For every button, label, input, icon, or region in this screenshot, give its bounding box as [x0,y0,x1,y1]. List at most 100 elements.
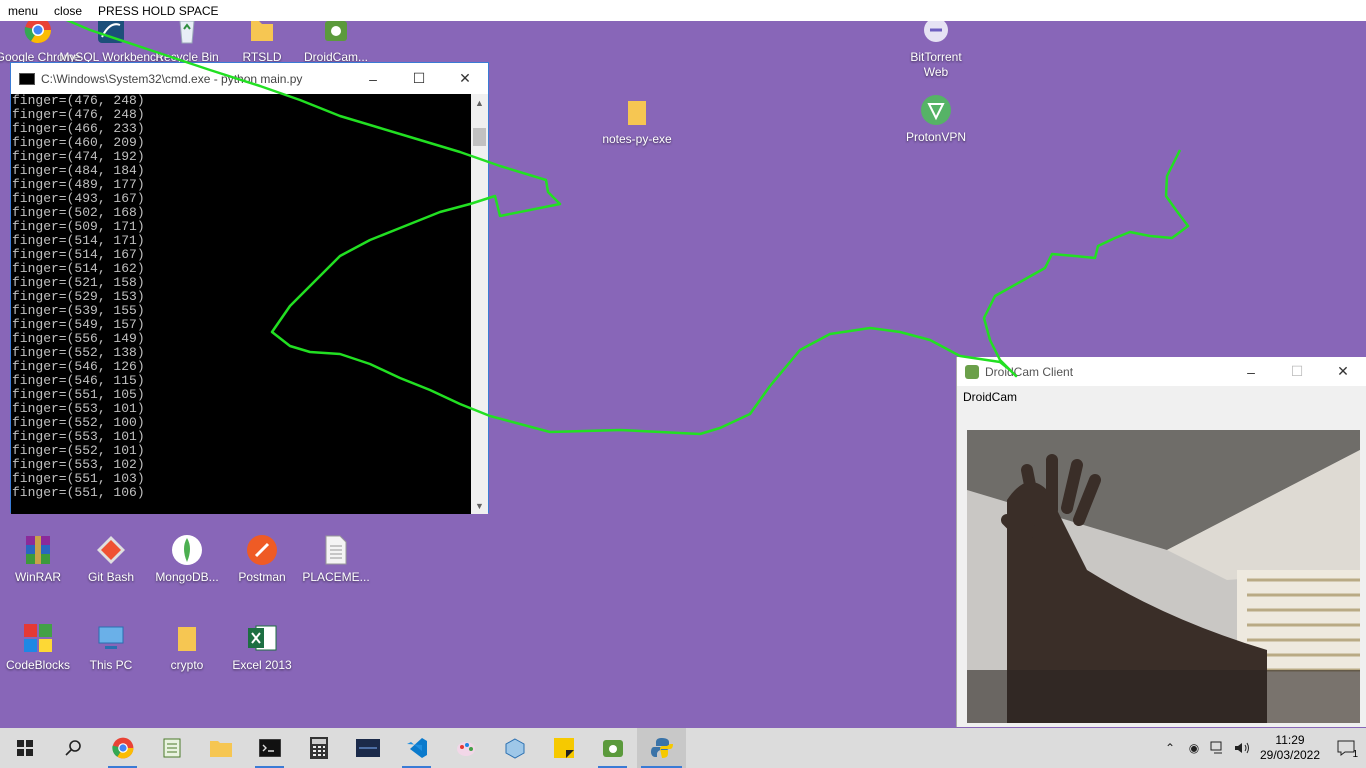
clock-date: 29/03/2022 [1259,748,1321,762]
console-line: finger=(514, 162) [12,261,145,276]
cmd-titlebar[interactable]: C:\Windows\System32\cmd.exe - python mai… [11,63,488,94]
desktop-icon-postman[interactable]: Postman [224,534,300,585]
instruction-text: PRESS HOLD SPACE [98,3,219,18]
console-line: finger=(553, 102) [12,457,145,472]
desktop-icon-placement[interactable]: PLACEME... [298,534,374,585]
droidcam-window[interactable]: DroidCam Client – ☐ ✕ DroidCam [956,357,1366,727]
close-button[interactable]: close [54,4,82,18]
taskbar-droidcam[interactable] [588,728,637,768]
icon-label: Git Bash [87,570,135,584]
console-line: finger=(552, 138) [12,345,145,360]
desktop-icon-rtsld[interactable]: RTSLD [224,14,300,65]
desktop-icon-gitbash[interactable]: Git Bash [73,534,149,585]
taskbar-virtualbox[interactable] [490,728,539,768]
desktop-icon-codeblocks[interactable]: CodeBlocks [0,622,76,673]
desktop-icon-recycle-bin[interactable]: Recycle Bin [149,14,225,65]
close-window-button[interactable]: ✕ [442,63,488,94]
clock[interactable]: 11:29 29/03/2022 [1254,733,1326,763]
scroll-up-icon[interactable]: ▲ [471,94,488,111]
excel-icon [246,622,278,654]
console-line: finger=(514, 167) [12,247,145,262]
console-scrollbar[interactable]: ▲ ▼ [471,94,488,514]
minimize-button[interactable]: – [350,63,396,94]
chevron-up-icon[interactable]: ⌃ [1158,728,1182,768]
desktop-icon-thispc[interactable]: This PC [73,622,149,673]
desktop-icon-mongodb[interactable]: MongoDB... [149,534,225,585]
volume-icon[interactable] [1230,728,1254,768]
icon-label: crypto [170,658,204,672]
taskbar: ⌃ ◉ 11:29 29/03/2022 1 [0,728,1366,768]
icon-label: PLACEME... [302,570,370,584]
console-line: finger=(514, 171) [12,233,145,248]
desktop-icon-winrar[interactable]: WinRAR [0,534,76,585]
console-line: finger=(476, 248) [12,94,145,108]
terminal-icon [258,739,281,757]
cmd-window[interactable]: C:\Windows\System32\cmd.exe - python mai… [10,62,489,514]
icon-label: notes-py-exe [602,132,672,146]
vscode-icon [406,738,427,758]
scroll-down-icon[interactable]: ▼ [471,497,488,514]
desktop-icon-excel[interactable]: Excel 2013 [224,622,300,673]
console-line: finger=(489, 177) [12,177,145,192]
console-line: finger=(553, 101) [12,429,145,444]
start-button[interactable] [0,728,49,768]
taskbar-sticky-notes[interactable] [539,728,588,768]
scroll-thumb[interactable] [473,128,486,146]
droidcam-titlebar[interactable]: DroidCam Client – ☐ ✕ [957,357,1366,386]
desktop-icon-notes[interactable]: notes-py-exe [599,96,675,147]
desktop-icon-bittorrent[interactable]: BitTorrent Web [898,14,974,80]
taskbar-chrome[interactable] [98,728,147,768]
cmd-window-title: C:\Windows\System32\cmd.exe - python mai… [41,71,303,86]
camera-feed-image [967,430,1360,723]
desktop-icon-droidcam[interactable]: DroidCam... [298,14,374,65]
search-button[interactable] [49,728,98,768]
chrome-icon [111,737,133,759]
taskbar-mysql-client[interactable] [343,728,392,768]
icon-label: MongoDB... [155,570,219,584]
console-line: finger=(493, 167) [12,191,145,206]
droidcam-window-title: DroidCam Client [985,364,1074,379]
console-line: finger=(539, 155) [12,303,145,318]
clock-time: 11:29 [1275,733,1305,747]
desktop-icon-crypto[interactable]: crypto [149,622,225,673]
folder-icon [621,96,653,128]
droidcam-icon [602,740,623,757]
icon-label: CodeBlocks [5,658,71,672]
icon-label: This PC [89,658,133,672]
console-line: finger=(551, 103) [12,471,145,486]
overlay-toolbar: menu close PRESS HOLD SPACE [0,0,1366,21]
console-output[interactable]: finger=(476, 248) finger=(476, 248) finger… [11,94,472,514]
taskbar-notepad[interactable] [147,728,196,768]
webcam-icon[interactable]: ◉ [1182,728,1206,768]
icon-label: ProtonVPN [905,130,967,144]
console-line: finger=(553, 101) [12,401,145,416]
console-line: finger=(552, 101) [12,443,145,458]
menu-button[interactable]: menu [8,4,38,18]
mongodb-icon [171,534,203,566]
taskbar-calculator[interactable] [294,728,343,768]
desktop-icon-mysql[interactable]: MySQL Workbench [59,14,163,65]
postman-icon [246,534,278,566]
python-icon [650,738,673,758]
taskbar-python[interactable] [637,728,686,768]
notepad-icon [163,738,180,758]
notification-center-button[interactable]: 1 [1326,728,1366,768]
taskbar-cmd[interactable] [245,728,294,768]
droidcam-menu[interactable]: DroidCam [957,388,1366,406]
paint-icon [456,742,475,756]
desktop-icon-protonvpn[interactable]: ProtonVPN [898,94,974,145]
console-line: finger=(551, 106) [12,485,145,500]
search-icon [64,740,81,756]
icon-label: Postman [238,570,286,584]
icon-label: WinRAR [14,570,61,584]
taskbar-file-explorer[interactable] [196,728,245,768]
mysql-console-icon [355,739,380,757]
network-icon[interactable] [1206,728,1230,768]
maximize-button[interactable]: ☐ [396,63,442,94]
minimize-button[interactable]: – [1228,356,1274,387]
close-window-button[interactable]: ✕ [1320,356,1366,387]
console-line: finger=(549, 157) [12,317,145,332]
taskbar-paint[interactable] [441,728,490,768]
protonvpn-icon [920,94,952,126]
taskbar-vscode[interactable] [392,728,441,768]
